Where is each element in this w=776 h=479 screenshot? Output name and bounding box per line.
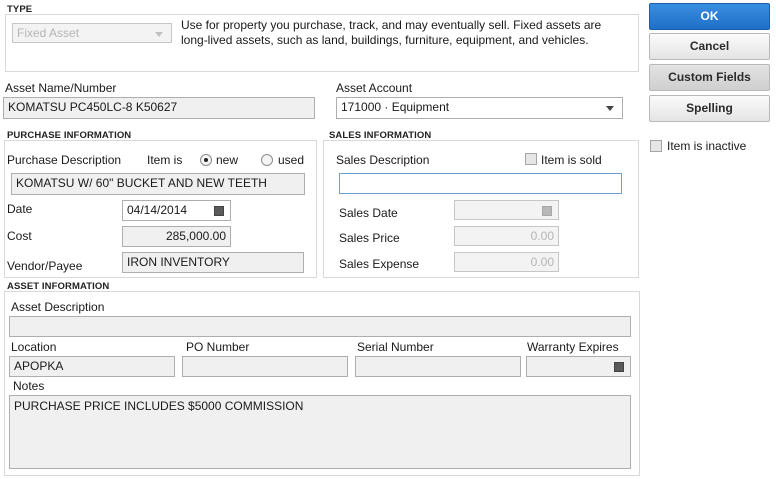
type-description: Use for property you purchase, track, an… bbox=[181, 18, 602, 47]
asset-account-dropdown[interactable]: 171000 · Equipment bbox=[336, 97, 623, 119]
sales-expense-field[interactable]: 0.00 bbox=[454, 252, 559, 272]
type-dropdown-value: Fixed Asset bbox=[17, 26, 80, 40]
new-radio[interactable] bbox=[200, 154, 212, 166]
custom-fields-button[interactable]: Custom Fields bbox=[649, 64, 770, 91]
asset-name-field[interactable]: KOMATSU PC450LC-8 K50627 bbox=[3, 97, 315, 119]
location-field[interactable]: APOPKA bbox=[9, 356, 175, 377]
purchase-date-field[interactable]: 04/14/2014 bbox=[122, 200, 231, 221]
item-inactive-label[interactable]: Item is inactive bbox=[667, 139, 746, 153]
calendar-icon[interactable] bbox=[614, 362, 624, 372]
purchase-description-field[interactable]: KOMATSU W/ 60" BUCKET AND NEW TEETH bbox=[11, 173, 305, 195]
notes-value: PURCHASE PRICE INCLUDES $5000 COMMISSION bbox=[14, 399, 304, 413]
asset-description-label: Asset Description bbox=[11, 300, 105, 314]
serial-number-field[interactable] bbox=[355, 356, 521, 377]
cost-label: Cost bbox=[7, 229, 32, 243]
po-number-label: PO Number bbox=[186, 340, 250, 354]
sales-expense-label: Sales Expense bbox=[339, 257, 420, 271]
cost-field[interactable]: 285,000.00 bbox=[122, 226, 231, 247]
sales-date-label: Sales Date bbox=[339, 206, 398, 220]
sales-price-field[interactable]: 0.00 bbox=[454, 226, 559, 246]
purchase-date-value: 04/14/2014 bbox=[127, 203, 188, 217]
notes-label: Notes bbox=[13, 379, 45, 393]
used-radio[interactable] bbox=[261, 154, 273, 166]
asset-account-label: Asset Account bbox=[336, 81, 413, 95]
chevron-down-icon bbox=[155, 32, 163, 37]
sales-description-label: Sales Description bbox=[336, 153, 430, 167]
asset-name-label: Asset Name/Number bbox=[5, 81, 117, 95]
item-inactive-checkbox[interactable] bbox=[650, 140, 662, 152]
item-is-label: Item is bbox=[147, 153, 183, 167]
warranty-expires-label: Warranty Expires bbox=[527, 340, 619, 354]
cancel-button[interactable]: Cancel bbox=[649, 33, 770, 60]
location-label: Location bbox=[11, 340, 57, 354]
sales-date-field[interactable] bbox=[454, 200, 559, 220]
warranty-expires-field[interactable] bbox=[526, 356, 631, 377]
po-number-field[interactable] bbox=[182, 356, 348, 377]
sales-price-label: Sales Price bbox=[339, 231, 400, 245]
ok-button[interactable]: OK bbox=[649, 3, 770, 30]
new-radio-label[interactable]: new bbox=[216, 153, 238, 167]
item-sold-checkbox[interactable] bbox=[525, 153, 537, 165]
date-label: Date bbox=[7, 202, 33, 216]
notes-field[interactable]: PURCHASE PRICE INCLUDES $5000 COMMISSION bbox=[9, 395, 631, 469]
chevron-down-icon bbox=[606, 106, 614, 111]
calendar-icon[interactable] bbox=[542, 206, 552, 216]
item-sold-label[interactable]: Item is sold bbox=[541, 153, 602, 167]
vendor-label: Vendor/Payee bbox=[7, 259, 83, 273]
used-radio-label[interactable]: used bbox=[278, 153, 304, 167]
spelling-button[interactable]: Spelling bbox=[649, 95, 770, 122]
purchase-description-label: Purchase Description bbox=[7, 153, 122, 167]
type-dropdown[interactable]: Fixed Asset bbox=[12, 23, 172, 43]
asset-description-field[interactable] bbox=[9, 316, 631, 337]
calendar-icon[interactable] bbox=[214, 206, 224, 216]
asset-account-value: 171000 · Equipment bbox=[341, 100, 450, 114]
sales-description-field[interactable] bbox=[339, 173, 622, 194]
vendor-field[interactable]: IRON INVENTORY bbox=[122, 252, 304, 273]
serial-number-label: Serial Number bbox=[357, 340, 434, 354]
